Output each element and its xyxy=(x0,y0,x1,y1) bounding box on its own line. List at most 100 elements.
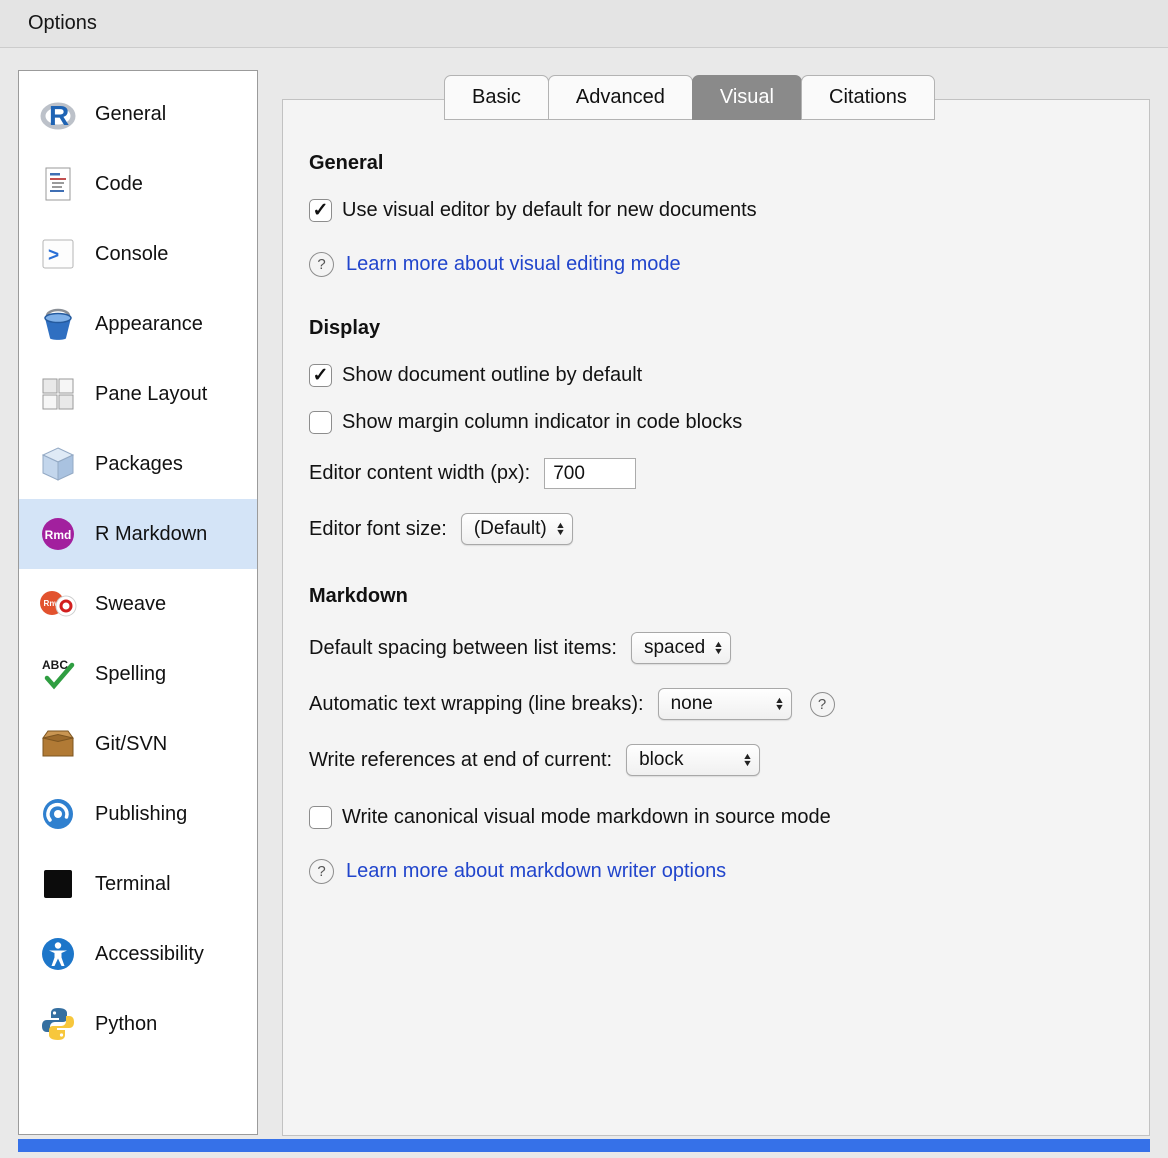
sidebar-item-label: Appearance xyxy=(95,313,203,336)
margin-indicator-checkbox[interactable]: Show margin column indicator in code blo… xyxy=(309,411,1119,434)
checkbox-checked-icon: ✓ xyxy=(309,199,332,222)
pane-grid-icon xyxy=(39,375,77,413)
checkbox-label: Write canonical visual mode markdown in … xyxy=(342,806,831,829)
sidebar-item-console[interactable]: > Console xyxy=(19,219,257,289)
references-dropdown[interactable]: block ▲▼ xyxy=(626,744,760,776)
sidebar-item-label: Terminal xyxy=(95,873,171,896)
visual-tab-content: General ✓ Use visual editor by default f… xyxy=(283,100,1149,884)
options-panel: General ✓ Use visual editor by default f… xyxy=(282,99,1150,1136)
options-sidebar: R General Code > Console Appearance Pane… xyxy=(18,70,258,1135)
editor-content-width-row: Editor content width (px): xyxy=(309,458,1119,489)
sidebar-item-packages[interactable]: Packages xyxy=(19,429,257,499)
sidebar-item-python[interactable]: Python xyxy=(19,989,257,1059)
sidebar-item-pane-layout[interactable]: Pane Layout xyxy=(19,359,257,429)
updown-arrows-icon: ▲▼ xyxy=(743,753,752,767)
checkbox-label: Show document outline by default xyxy=(342,364,642,387)
updown-arrows-icon: ▲▼ xyxy=(556,522,565,536)
bottom-accent-bar xyxy=(18,1139,1150,1152)
paint-bucket-icon xyxy=(39,305,77,343)
spellcheck-icon: ABC xyxy=(39,655,77,693)
dropdown-value: block xyxy=(639,749,683,771)
sidebar-item-label: Python xyxy=(95,1013,157,1036)
sidebar-item-accessibility[interactable]: Accessibility xyxy=(19,919,257,989)
checkbox-checked-icon: ✓ xyxy=(309,364,332,387)
sidebar-item-publishing[interactable]: Publishing xyxy=(19,779,257,849)
canonical-markdown-checkbox[interactable]: Write canonical visual mode markdown in … xyxy=(309,806,1119,829)
tab-visual[interactable]: Visual xyxy=(692,75,802,120)
sidebar-item-label: Packages xyxy=(95,453,183,476)
tab-advanced[interactable]: Advanced xyxy=(548,75,693,120)
dropdown-value: (Default) xyxy=(474,518,547,540)
text-wrapping-label: Automatic text wrapping (line breaks): xyxy=(309,693,644,716)
section-heading-markdown: Markdown xyxy=(309,585,1119,608)
sidebar-item-label: Git/SVN xyxy=(95,733,167,756)
sidebar-item-label: Publishing xyxy=(95,803,187,826)
show-outline-checkbox[interactable]: ✓ Show document outline by default xyxy=(309,364,1119,387)
svg-text:Rmd: Rmd xyxy=(45,528,72,542)
package-cube-icon xyxy=(39,445,77,483)
help-icon[interactable]: ? xyxy=(810,692,835,717)
svg-text:>: > xyxy=(48,245,59,266)
svg-text:R: R xyxy=(49,100,69,131)
tab-citations[interactable]: Citations xyxy=(801,75,935,120)
python-logo-icon xyxy=(39,1005,77,1043)
editor-content-width-input[interactable] xyxy=(544,458,636,489)
text-wrapping-dropdown[interactable]: none ▲▼ xyxy=(658,688,792,720)
text-wrapping-row: Automatic text wrapping (line breaks): n… xyxy=(309,688,1119,720)
sidebar-item-terminal[interactable]: Terminal xyxy=(19,849,257,919)
checkbox-unchecked-icon xyxy=(309,806,332,829)
window-titlebar: Options xyxy=(0,0,1168,48)
list-spacing-label: Default spacing between list items: xyxy=(309,637,617,660)
sidebar-item-label: Code xyxy=(95,173,143,196)
editor-font-size-dropdown[interactable]: (Default) ▲▼ xyxy=(461,513,573,545)
list-spacing-dropdown[interactable]: spaced ▲▼ xyxy=(631,632,731,664)
sidebar-item-label: General xyxy=(95,103,166,126)
tab-basic[interactable]: Basic xyxy=(444,75,549,120)
checkbox-label: Use visual editor by default for new doc… xyxy=(342,199,757,222)
r-logo-icon: R xyxy=(39,95,77,133)
dropdown-value: spaced xyxy=(644,637,705,659)
sidebar-item-label: Accessibility xyxy=(95,943,204,966)
visual-editing-help-row: ? Learn more about visual editing mode xyxy=(309,252,1119,277)
markdown-writer-help-row: ? Learn more about markdown writer optio… xyxy=(309,859,1119,884)
sidebar-item-general[interactable]: R General xyxy=(19,79,257,149)
editor-font-size-label: Editor font size: xyxy=(309,518,447,541)
window-title: Options xyxy=(28,12,97,35)
console-prompt-icon: > xyxy=(39,235,77,273)
section-heading-general: General xyxy=(309,152,1119,175)
svg-text:ABC: ABC xyxy=(42,658,68,672)
help-icon[interactable]: ? xyxy=(309,859,334,884)
help-icon[interactable]: ? xyxy=(309,252,334,277)
sidebar-item-label: Pane Layout xyxy=(95,383,207,406)
references-label: Write references at end of current: xyxy=(309,749,612,772)
editor-font-size-row: Editor font size: (Default) ▲▼ xyxy=(309,513,1119,545)
sidebar-item-sweave[interactable]: Rnw Sweave xyxy=(19,569,257,639)
list-spacing-row: Default spacing between list items: spac… xyxy=(309,632,1119,664)
updown-arrows-icon: ▲▼ xyxy=(775,697,784,711)
rmarkdown-badge-icon: Rmd xyxy=(39,515,77,553)
markdown-writer-learn-more-link[interactable]: Learn more about markdown writer options xyxy=(346,860,726,883)
sidebar-item-label: Sweave xyxy=(95,593,166,616)
sweave-icon: Rnw xyxy=(39,585,77,623)
accessibility-icon xyxy=(39,935,77,973)
sidebar-item-code[interactable]: Code xyxy=(19,149,257,219)
tab-bar: Basic Advanced Visual Citations xyxy=(445,75,935,120)
visual-editing-learn-more-link[interactable]: Learn more about visual editing mode xyxy=(346,253,681,276)
sidebar-item-appearance[interactable]: Appearance xyxy=(19,289,257,359)
sidebar-item-label: Console xyxy=(95,243,168,266)
references-row: Write references at end of current: bloc… xyxy=(309,744,1119,776)
publishing-swirl-icon xyxy=(39,795,77,833)
sidebar-item-spelling[interactable]: ABC Spelling xyxy=(19,639,257,709)
visual-editor-default-checkbox[interactable]: ✓ Use visual editor by default for new d… xyxy=(309,199,1119,222)
sidebar-item-label: Spelling xyxy=(95,663,166,686)
sidebar-item-git-svn[interactable]: Git/SVN xyxy=(19,709,257,779)
code-document-icon xyxy=(39,165,77,203)
updown-arrows-icon: ▲▼ xyxy=(714,641,723,655)
sidebar-item-r-markdown[interactable]: Rmd R Markdown xyxy=(19,499,257,569)
editor-content-width-label: Editor content width (px): xyxy=(309,462,530,485)
dropdown-value: none xyxy=(671,693,713,715)
checkbox-label: Show margin column indicator in code blo… xyxy=(342,411,742,434)
checkbox-unchecked-icon xyxy=(309,411,332,434)
sidebar-item-label: R Markdown xyxy=(95,523,207,546)
section-heading-display: Display xyxy=(309,317,1119,340)
